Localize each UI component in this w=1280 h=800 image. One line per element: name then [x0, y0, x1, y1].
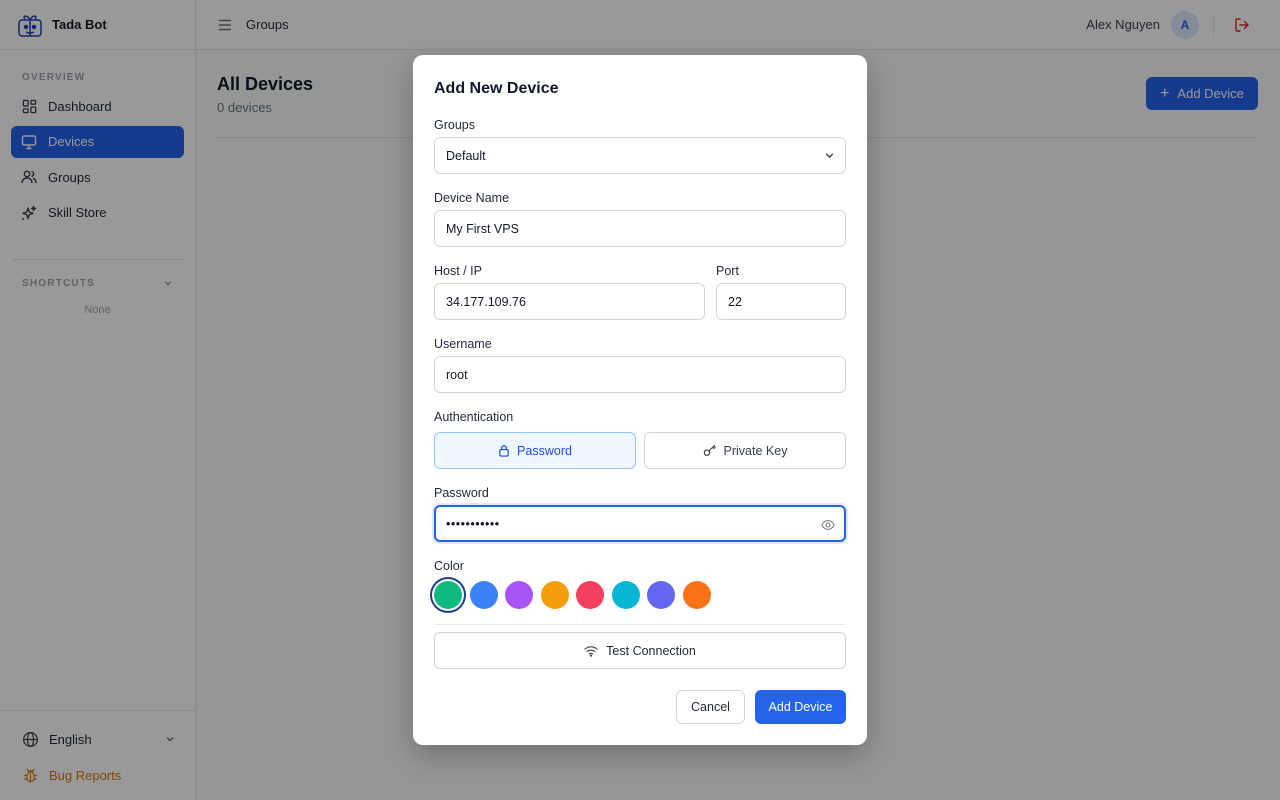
color-label: Color	[434, 559, 464, 573]
color-swatch-indigo[interactable]	[647, 581, 675, 609]
auth-password-button[interactable]: Password	[434, 432, 636, 469]
host-input[interactable]: 34.177.109.76	[434, 283, 705, 320]
wifi-icon	[584, 645, 598, 657]
test-connection-label: Test Connection	[606, 643, 696, 658]
host-value: 34.177.109.76	[446, 294, 526, 309]
color-swatch-purple[interactable]	[505, 581, 533, 609]
eye-icon[interactable]	[821, 518, 835, 535]
color-swatch-blue[interactable]	[469, 581, 498, 609]
username-label: Username	[434, 337, 492, 351]
device-name-label: Device Name	[434, 191, 510, 205]
username-input[interactable]: root	[434, 356, 846, 393]
auth-private-key-label: Private Key	[723, 443, 788, 458]
auth-label: Authentication	[434, 410, 514, 424]
groups-value: Default	[446, 148, 486, 163]
auth-private-key-button[interactable]: Private Key	[644, 432, 846, 469]
color-swatch-rose[interactable]	[576, 581, 604, 609]
submit-add-device-button[interactable]: Add Device	[755, 690, 846, 724]
password-value: •••••••••••	[446, 516, 500, 531]
password-label: Password	[434, 486, 489, 500]
device-name-input[interactable]: My First VPS	[434, 210, 846, 247]
color-picker	[434, 581, 718, 611]
port-input[interactable]: 22	[716, 283, 846, 320]
groups-label: Groups	[434, 118, 475, 132]
cancel-button[interactable]: Cancel	[676, 690, 745, 724]
auth-password-label: Password	[517, 443, 572, 458]
username-value: root	[446, 367, 468, 382]
device-name-value: My First VPS	[446, 221, 519, 236]
add-device-dialog: Add New Device Groups Default Device Nam…	[413, 55, 867, 745]
color-swatch-cyan[interactable]	[611, 581, 640, 609]
color-swatch-green[interactable]	[434, 581, 462, 609]
color-swatch-orange[interactable]	[682, 581, 711, 609]
dialog-divider	[434, 624, 846, 625]
host-label: Host / IP	[434, 264, 482, 278]
key-icon	[703, 444, 717, 457]
password-input[interactable]: •••••••••••	[434, 505, 846, 542]
port-label: Port	[716, 264, 739, 278]
chevron-down-icon	[824, 150, 835, 164]
color-swatch-amber[interactable]	[540, 581, 569, 609]
dialog-title: Add New Device	[434, 80, 559, 97]
lock-icon	[498, 444, 510, 457]
groups-select[interactable]: Default	[434, 137, 846, 174]
port-value: 22	[728, 294, 742, 309]
test-connection-button[interactable]: Test Connection	[434, 632, 846, 669]
